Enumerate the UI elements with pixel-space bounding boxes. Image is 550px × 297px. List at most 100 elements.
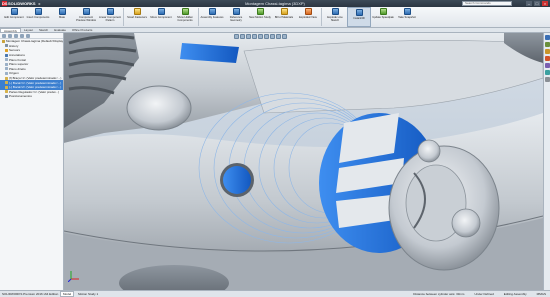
- instant3d-icon: [355, 9, 363, 16]
- mate-label: Mate: [59, 16, 65, 19]
- smart-fasteners-icon: [133, 8, 141, 15]
- instant3d-label: Instant3D: [353, 17, 365, 20]
- instant3d-button[interactable]: Instant3D: [347, 7, 371, 27]
- ribbon-separator: [198, 8, 199, 26]
- display-manager-tab-icon[interactable]: [26, 34, 30, 38]
- solidworks-logo[interactable]: DS SOLIDWORKS: [0, 1, 36, 6]
- tab-sketch[interactable]: Sketch: [36, 28, 51, 32]
- status-definition: Under Defined: [474, 292, 494, 296]
- insert-components-button[interactable]: Insert Components: [26, 7, 50, 27]
- reference-geometry-icon: [232, 8, 240, 15]
- tree-item-icon: [5, 58, 8, 62]
- task-pane: [543, 33, 550, 290]
- exploded-view-label: Exploded View: [299, 16, 317, 19]
- window-controls: – □ ×: [526, 1, 548, 6]
- tree-item-icon: [5, 76, 8, 80]
- edit-appearance-icon[interactable]: [276, 34, 281, 39]
- tree-item-icon: [5, 71, 8, 75]
- update-speedpak-button[interactable]: Update Speedpak: [371, 7, 395, 27]
- ribbon-separator: [321, 8, 322, 26]
- configuration-manager-tab-icon[interactable]: [14, 34, 18, 38]
- status-mode: Editing Assembly: [503, 292, 527, 296]
- explode-line-sketch-button[interactable]: Explode Line Sketch: [323, 7, 347, 27]
- tree-item[interactable]: (-) Bocal<2> (Valor predeterminado<...): [0, 84, 63, 90]
- reference-geometry-label: Reference Geometry: [229, 16, 243, 22]
- feature-tree-tab-icon[interactable]: [2, 34, 6, 38]
- orientation-triad-icon: [68, 271, 79, 282]
- linear-component-pattern-button[interactable]: Linear Component Pattern: [98, 7, 122, 27]
- exploded-view-button[interactable]: Exploded View: [296, 7, 320, 27]
- tree-item[interactable]: (f) Braço<1> (Valor predeterminado<...): [0, 76, 63, 81]
- tree-item[interactable]: Montagem Chassi-tagima (Default<Display …: [0, 39, 63, 44]
- motion-study-tab[interactable]: Motion Study 1: [78, 292, 98, 296]
- tree-item[interactable]: Partes Regulador<1> (Valor predet...): [0, 90, 63, 95]
- tab-evaluate[interactable]: Evaluate: [51, 28, 69, 32]
- tree-item[interactable]: Posicionamentos: [0, 94, 63, 99]
- tab-layout[interactable]: Layout: [21, 28, 36, 32]
- edit-component-button[interactable]: Edit Component: [2, 7, 26, 27]
- assembly-model-render[interactable]: [64, 33, 543, 290]
- maximize-button[interactable]: □: [534, 1, 540, 6]
- take-snapshot-icon: [403, 8, 411, 15]
- command-manager-ribbon: Edit Component Insert Components Mate Compo…: [0, 7, 550, 28]
- section-view-icon[interactable]: [252, 34, 257, 39]
- tree-item-icon: [5, 44, 8, 48]
- property-manager-tab-icon[interactable]: [8, 34, 12, 38]
- status-app-name: SOLIDWORKS Premium 2016 x64 Edition: [2, 292, 59, 296]
- view-palette-icon[interactable]: [545, 63, 550, 68]
- mate-button[interactable]: Mate: [50, 7, 74, 27]
- assembly-features-button[interactable]: Assembly Features: [200, 7, 224, 27]
- tree-item-icon: [5, 62, 8, 66]
- reference-geometry-button[interactable]: Reference Geometry: [224, 7, 248, 27]
- take-snapshot-button[interactable]: Take Snapshot: [395, 7, 419, 27]
- previous-view-icon[interactable]: [246, 34, 251, 39]
- minimize-button[interactable]: –: [526, 1, 532, 6]
- custom-properties-icon[interactable]: [545, 77, 550, 82]
- display-style-icon[interactable]: [264, 34, 269, 39]
- tree-item-label: (f) Braço<1> (Valor predeterminado<...): [9, 76, 62, 81]
- tab-assembly[interactable]: Assembly: [0, 28, 22, 33]
- edit-component-icon: [10, 8, 18, 15]
- zoom-to-fit-icon[interactable]: [234, 34, 239, 39]
- file-explorer-icon[interactable]: [545, 56, 550, 61]
- show-hidden-components-label: Show Hidden Components: [177, 16, 193, 22]
- move-component-button[interactable]: Move Component: [149, 7, 173, 27]
- design-library-icon[interactable]: [545, 49, 550, 54]
- assembly-features-label: Assembly Features: [200, 16, 224, 19]
- tree-item-label: Montagem Chassi-tagima (Default<Display …: [6, 39, 63, 44]
- show-hidden-components-button[interactable]: Show Hidden Components: [173, 7, 197, 27]
- tree-item-icon: [5, 94, 8, 98]
- graphics-viewport[interactable]: [64, 33, 543, 290]
- menu-arrow-icon[interactable]: ▸: [39, 1, 41, 6]
- new-motion-study-label: New Motion Study: [249, 16, 271, 19]
- cap-top-knob: [417, 139, 441, 163]
- resources-icon[interactable]: [545, 42, 550, 47]
- zoom-area-icon[interactable]: [240, 34, 245, 39]
- component-preview-window-icon: [82, 8, 90, 15]
- appearances-icon[interactable]: [545, 70, 550, 75]
- close-button[interactable]: ×: [542, 1, 548, 6]
- exploded-view-icon: [304, 8, 312, 15]
- new-motion-study-button[interactable]: New Motion Study: [248, 7, 272, 27]
- edit-component-label: Edit Component: [4, 16, 24, 19]
- dimxpert-tab-icon[interactable]: [20, 34, 24, 38]
- tab-office-products[interactable]: Office Products: [69, 28, 95, 32]
- view-orientation-icon[interactable]: [258, 34, 263, 39]
- move-component-label: Move Component: [150, 16, 172, 19]
- tree-item[interactable]: (-) Bocal<1> (Valor predeterminado<...): [0, 80, 63, 85]
- mate-icon: [58, 8, 66, 15]
- search-commands-input[interactable]: Search Commands: [462, 1, 512, 6]
- component-preview-window-button[interactable]: Component Preview Window: [74, 7, 98, 27]
- home-icon[interactable]: [545, 35, 550, 40]
- tree-item-label: History: [9, 43, 19, 48]
- ribbon-separator: [123, 8, 124, 26]
- cap-knob: [451, 208, 481, 238]
- units-selector[interactable]: MMGS: [537, 292, 546, 296]
- tree-item-label: (-) Bocal<2> (Valor predeterminado<...): [9, 85, 62, 90]
- hide-show-items-icon[interactable]: [270, 34, 275, 39]
- tree-item-icon: [5, 81, 8, 85]
- apply-scene-icon[interactable]: [282, 34, 287, 39]
- smart-fasteners-button[interactable]: Smart Fasteners: [125, 7, 149, 27]
- bill-of-materials-button[interactable]: Bill of Materials: [272, 7, 296, 27]
- model-tab[interactable]: Model: [60, 291, 75, 297]
